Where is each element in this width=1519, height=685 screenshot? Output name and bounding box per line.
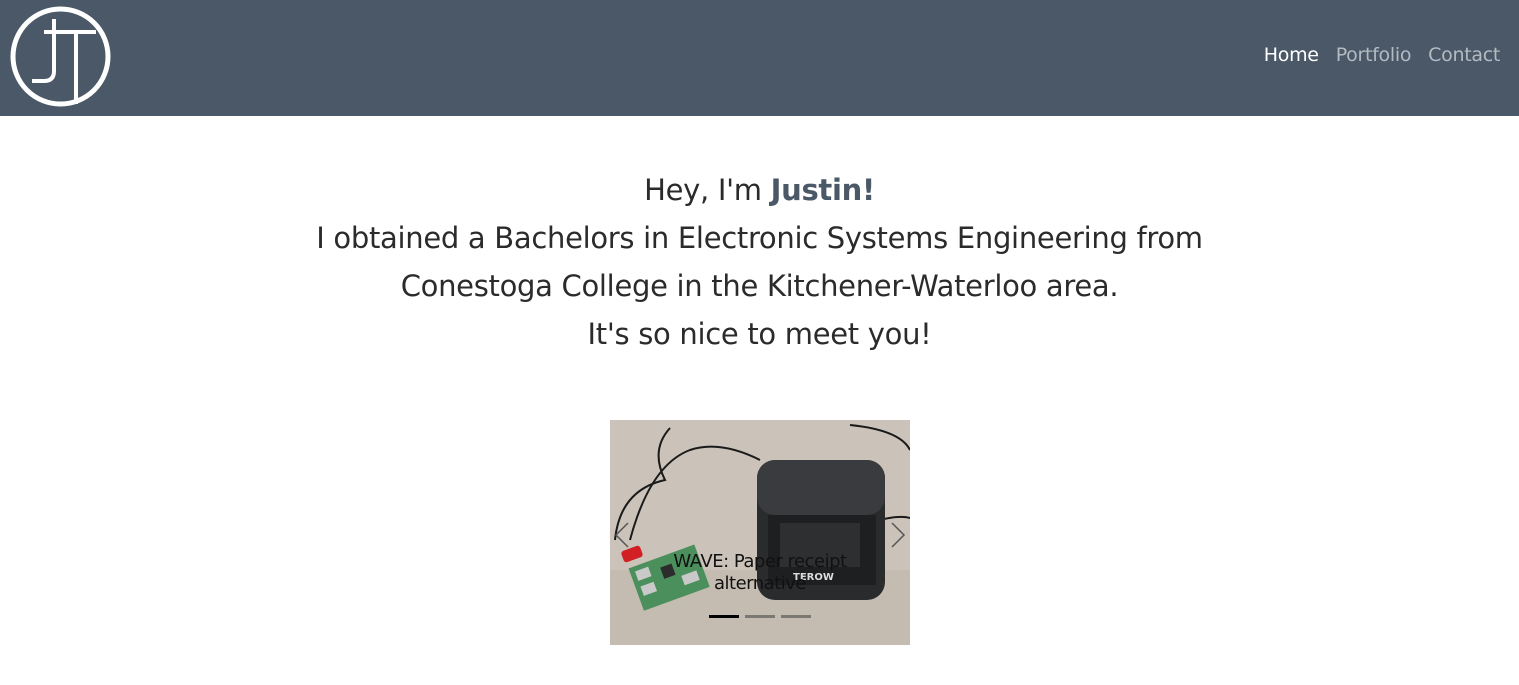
carousel-indicator[interactable] — [709, 615, 739, 618]
hero-greeting-prefix: Hey, I'm — [644, 173, 771, 207]
chevron-left-icon — [614, 522, 629, 548]
carousel-prev-button[interactable] — [610, 515, 640, 555]
hero-line-degree: I obtained a Bachelors in Electronic Sys… — [316, 221, 1203, 255]
slide-caption: WAVE: Paper receipt alternative — [673, 551, 847, 594]
nav-links: Home Portfolio Contact — [1264, 44, 1501, 66]
hero-greeting: Hey, I'm Justin! — [0, 166, 1519, 214]
jt-logo-icon — [10, 6, 111, 107]
chevron-right-icon — [891, 522, 906, 548]
hero-line-college: Conestoga College in the Kitchener-Water… — [400, 269, 1119, 303]
navbar: Home Portfolio Contact — [0, 0, 1519, 116]
carousel-indicator[interactable] — [745, 615, 775, 618]
slide-image: TEROW — [610, 420, 910, 645]
logo-link[interactable] — [10, 5, 111, 108]
nav-portfolio[interactable]: Portfolio — [1336, 44, 1412, 66]
carousel-indicators — [610, 615, 910, 618]
nav-home[interactable]: Home — [1264, 44, 1319, 66]
carousel-indicator[interactable] — [781, 615, 811, 618]
hero-line-greeting: It's so nice to meet you! — [587, 317, 932, 351]
hero-name: Justin! — [770, 173, 876, 207]
project-carousel[interactable]: TEROW WAVE: Paper receipt alternative — [610, 420, 910, 645]
hero-intro: Hey, I'm Justin! I obtained a Bachelors … — [0, 166, 1519, 358]
nav-contact[interactable]: Contact — [1428, 44, 1500, 66]
carousel-next-button[interactable] — [880, 515, 910, 555]
